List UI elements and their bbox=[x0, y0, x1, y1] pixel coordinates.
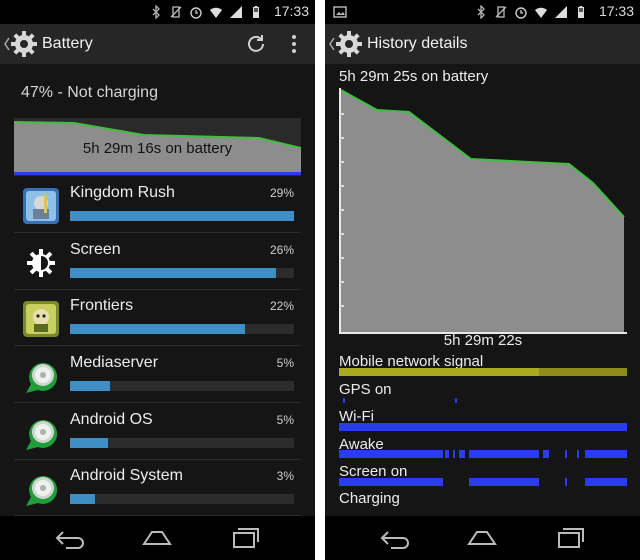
usage-bar bbox=[70, 268, 294, 278]
history-top-caption: 5h 29m 25s on battery bbox=[339, 68, 489, 85]
action-bar: Battery bbox=[0, 24, 315, 64]
home-icon[interactable] bbox=[140, 527, 174, 549]
app-name: Android OS bbox=[70, 411, 153, 428]
app-name: Mediaserver bbox=[70, 354, 159, 371]
awake-track bbox=[339, 450, 627, 458]
app-percent: 26% bbox=[269, 243, 294, 257]
usage-bar bbox=[70, 381, 294, 391]
vibrate-off-icon bbox=[495, 6, 507, 18]
app-name: Kingdom Rush bbox=[70, 184, 175, 201]
history-bottom-caption: 5h 29m 22s bbox=[443, 332, 523, 349]
android-system-icon bbox=[22, 470, 60, 508]
cell-signal-icon bbox=[555, 6, 567, 18]
usage-bar-fill bbox=[70, 268, 276, 278]
settings-gear-icon[interactable] bbox=[335, 30, 363, 58]
back-icon[interactable] bbox=[52, 527, 86, 549]
app-row[interactable]: Frontiers 22% bbox=[14, 290, 301, 346]
overflow-menu-icon[interactable] bbox=[289, 33, 299, 55]
app-percent: 22% bbox=[269, 299, 294, 313]
app-name: Frontiers bbox=[70, 297, 134, 314]
usage-bar-fill bbox=[70, 381, 110, 391]
app-percent: 5% bbox=[276, 356, 294, 370]
app-percent: 29% bbox=[269, 186, 294, 200]
app-percent: 5% bbox=[276, 413, 294, 427]
status-bar: 17:33 bbox=[325, 0, 640, 24]
android-system-icon bbox=[22, 357, 60, 395]
graph-caption: 5h 29m 16s on battery bbox=[82, 140, 233, 157]
battery-icon bbox=[253, 6, 259, 18]
recents-icon[interactable] bbox=[228, 527, 262, 549]
usage-bar bbox=[70, 324, 294, 334]
app-row[interactable]: Screen 26% bbox=[14, 234, 301, 290]
status-bar: 17:33 bbox=[0, 0, 315, 24]
status-time: 17:33 bbox=[273, 3, 309, 19]
app-row[interactable]: Android OS 5% bbox=[14, 404, 301, 460]
wifi-track bbox=[339, 423, 627, 431]
android-system-icon bbox=[22, 414, 60, 452]
bluetooth-icon bbox=[152, 5, 160, 19]
status-time: 17:33 bbox=[598, 3, 634, 19]
app-name: Screen bbox=[70, 241, 121, 258]
app-name: Android System bbox=[70, 467, 183, 484]
usage-bar bbox=[70, 438, 294, 448]
alarm-icon bbox=[515, 7, 527, 19]
app-row[interactable]: Kingdom Rush 29% bbox=[14, 177, 301, 233]
action-bar: History details bbox=[325, 24, 640, 64]
history-graph bbox=[339, 88, 627, 334]
usage-bar bbox=[70, 211, 294, 221]
app-row[interactable]: Android System 3% bbox=[14, 460, 301, 516]
charge-status: 47% - Not charging bbox=[21, 84, 158, 101]
vibrate-off-icon bbox=[170, 6, 182, 18]
home-icon[interactable] bbox=[465, 527, 499, 549]
app-percent: 3% bbox=[276, 469, 294, 483]
screenshot-notification-icon bbox=[333, 6, 347, 18]
screen-on-track bbox=[339, 478, 627, 486]
status-icons bbox=[474, 4, 588, 20]
wifi-icon bbox=[535, 7, 547, 18]
usage-bar-fill bbox=[70, 438, 108, 448]
battery-icon bbox=[578, 6, 584, 18]
signal-label-charging: Charging bbox=[339, 490, 400, 507]
cell-signal-icon bbox=[230, 6, 242, 18]
page-title: Battery bbox=[42, 35, 93, 52]
app-row[interactable]: Mediaserver 5% bbox=[14, 347, 301, 403]
recents-icon[interactable] bbox=[553, 527, 587, 549]
back-icon[interactable] bbox=[377, 527, 411, 549]
bluetooth-icon bbox=[477, 5, 485, 19]
frontiers-icon bbox=[22, 300, 60, 338]
battery-screen: 17:33 Battery 47% - Not charging 5h 29m … bbox=[0, 0, 315, 560]
usage-bar-fill bbox=[70, 494, 95, 504]
refresh-icon[interactable] bbox=[245, 33, 267, 55]
history-details-screen: 17:33 History details 5h 29m 25s on batt… bbox=[325, 0, 640, 560]
usage-bar-fill bbox=[70, 211, 294, 221]
gps-track bbox=[343, 398, 457, 403]
alarm-icon bbox=[190, 7, 202, 19]
wifi-icon bbox=[210, 7, 222, 18]
page-title: History details bbox=[367, 35, 468, 52]
status-icons bbox=[149, 4, 263, 20]
nav-bar bbox=[0, 516, 315, 560]
settings-gear-icon[interactable] bbox=[10, 30, 38, 58]
kingdom-rush-icon bbox=[22, 187, 60, 225]
usage-bar-fill bbox=[70, 324, 245, 334]
usage-bar bbox=[70, 494, 294, 504]
nav-bar bbox=[325, 516, 640, 560]
mobile-signal-track bbox=[339, 368, 627, 376]
brightness-icon bbox=[22, 244, 60, 282]
